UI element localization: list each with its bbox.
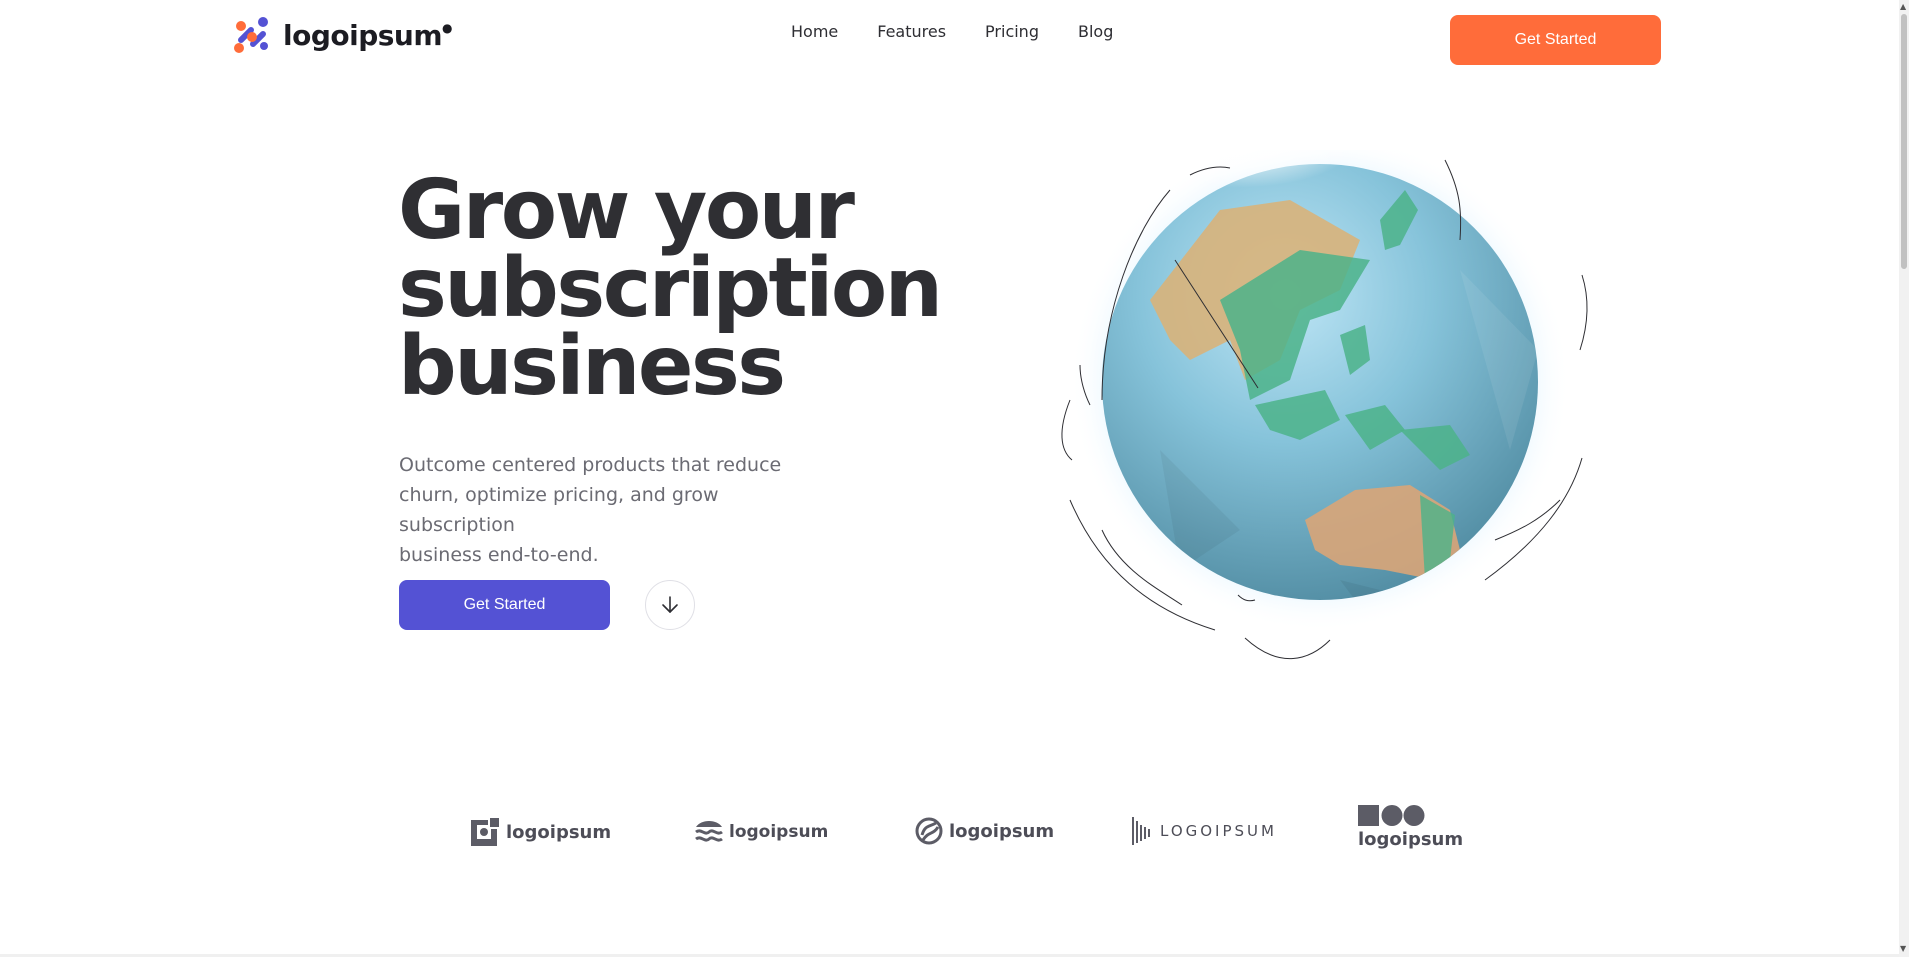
scrollbar-thumb[interactable] (1901, 14, 1907, 269)
scroll-down-button[interactable] (645, 580, 695, 630)
partner-logo-4: LOGOIPSUM (1132, 817, 1277, 845)
brand-logo[interactable]: logoipsum● (231, 14, 453, 56)
partner-logos: logoipsum logoipsum logoipsum LOGOIPSUM (460, 805, 1470, 865)
circle-stripes-logo-icon (915, 817, 943, 845)
hero-get-started-button[interactable]: Get Started (399, 580, 610, 630)
hero-title: Grow your subscription business (398, 163, 943, 414)
partner-logo-1: logoipsum (470, 817, 611, 847)
logo-mark-icon (234, 17, 268, 53)
nav-home[interactable]: Home (791, 22, 838, 41)
nav-pricing[interactable]: Pricing (985, 22, 1039, 41)
nav-features[interactable]: Features (877, 22, 946, 41)
partner-logo-2: logoipsum (695, 819, 828, 845)
arrow-down-icon (662, 596, 678, 613)
globe-illustration (1040, 130, 1610, 680)
globe-icon (1061, 130, 1588, 660)
partner-logo-5: logoipsum (1358, 805, 1463, 850)
header-get-started-button[interactable]: Get Started (1450, 15, 1661, 65)
waves-logo-icon (695, 821, 723, 842)
shapes-logo-icon (1358, 805, 1425, 826)
main-nav: Home Features Pricing Blog (791, 22, 1113, 41)
logo-text: logoipsum● (283, 18, 453, 52)
partner-logo-3: logoipsum (915, 817, 1054, 845)
hero-subtitle: Outcome centered products that reduce ch… (399, 454, 782, 566)
scroll-down-arrow-icon[interactable]: ▼ (1900, 944, 1906, 953)
barcode-logo-icon (1132, 817, 1150, 845)
scroll-up-arrow-icon[interactable]: ▲ (1900, 2, 1906, 11)
square-logo-icon (471, 817, 500, 846)
nav-blog[interactable]: Blog (1078, 22, 1113, 41)
